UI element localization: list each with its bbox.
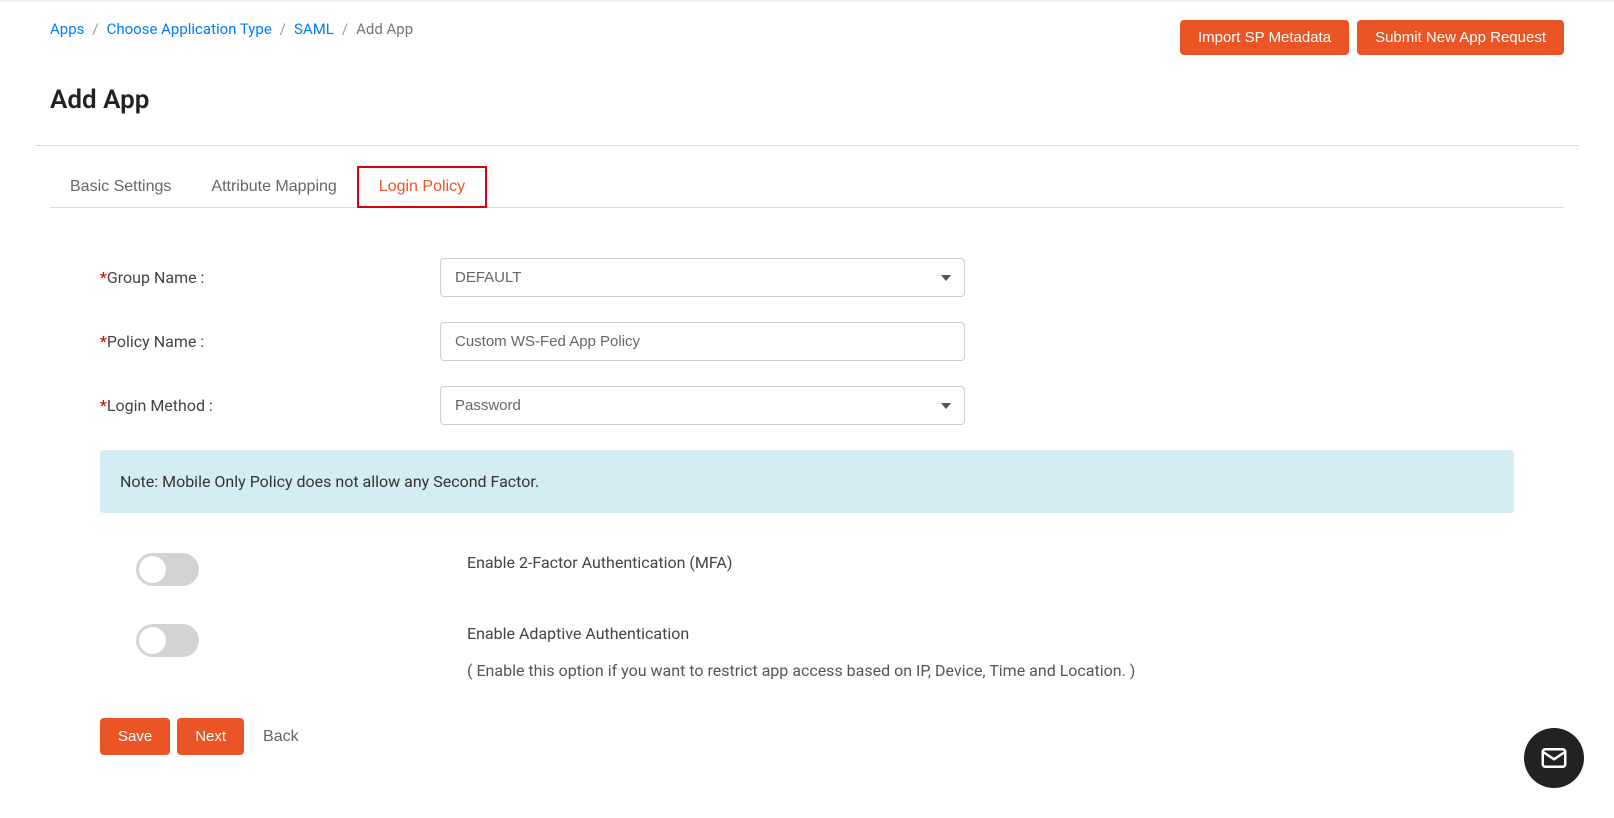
adaptive-auth-toggle[interactable] xyxy=(136,624,199,657)
mfa-toggle[interactable] xyxy=(136,553,199,586)
save-button[interactable]: Save xyxy=(100,718,170,755)
back-button[interactable]: Back xyxy=(263,728,299,746)
next-button[interactable]: Next xyxy=(177,718,244,755)
adaptive-auth-sublabel: ( Enable this option if you want to rest… xyxy=(467,661,1135,680)
chat-widget[interactable] xyxy=(1524,728,1584,788)
page-title: Add App xyxy=(0,55,1614,115)
tabs: Basic Settings Attribute Mapping Login P… xyxy=(50,166,1564,208)
policy-name-label: *Policy Name : xyxy=(100,332,440,351)
import-metadata-button[interactable]: Import SP Metadata xyxy=(1180,20,1349,55)
tab-attribute-mapping[interactable]: Attribute Mapping xyxy=(191,166,356,207)
submit-app-request-button[interactable]: Submit New App Request xyxy=(1357,20,1564,55)
breadcrumb-current: Add App xyxy=(356,20,413,38)
mfa-label: Enable 2-Factor Authentication (MFA) xyxy=(467,553,732,572)
breadcrumb-saml[interactable]: SAML xyxy=(294,20,334,38)
login-method-label: *Login Method : xyxy=(100,396,440,415)
adaptive-auth-label: Enable Adaptive Authentication xyxy=(467,624,1135,643)
policy-name-input[interactable] xyxy=(440,322,965,361)
group-name-select[interactable]: DEFAULT xyxy=(440,258,965,297)
breadcrumb-apps[interactable]: Apps xyxy=(50,20,84,38)
tab-login-policy[interactable]: Login Policy xyxy=(357,166,487,208)
breadcrumb-separator: / xyxy=(92,20,98,38)
tab-basic-settings[interactable]: Basic Settings xyxy=(50,166,191,207)
group-name-label: *Group Name : xyxy=(100,268,440,287)
breadcrumb: Apps / Choose Application Type / SAML / … xyxy=(50,20,413,38)
breadcrumb-separator: / xyxy=(280,20,286,38)
login-method-select[interactable]: Password xyxy=(440,386,965,425)
note-box: Note: Mobile Only Policy does not allow … xyxy=(100,450,1514,513)
breadcrumb-separator: / xyxy=(342,20,348,38)
mail-icon xyxy=(1539,743,1569,773)
breadcrumb-choose-type[interactable]: Choose Application Type xyxy=(107,20,272,38)
